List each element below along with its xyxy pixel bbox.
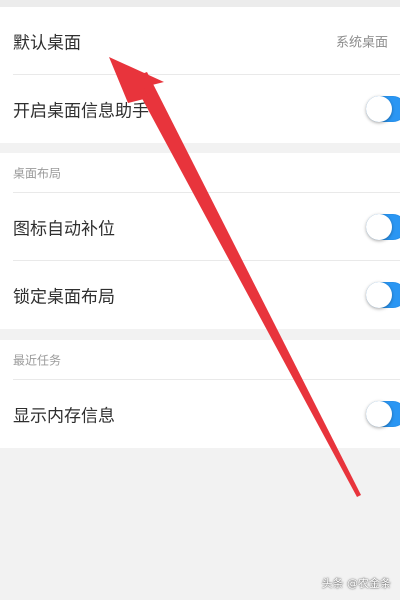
settings-card-recent: 最近任务 显示内存信息 (0, 340, 400, 448)
top-strip (0, 0, 400, 7)
settings-card-general: 默认桌面 系统桌面 开启桌面信息助手 (0, 7, 400, 143)
default-desktop-row[interactable]: 默认桌面 系统桌面 (0, 7, 400, 75)
show-memory-row: 显示内存信息 (0, 380, 400, 448)
lock-layout-toggle[interactable] (366, 282, 400, 308)
desktop-assistant-toggle[interactable] (366, 96, 400, 122)
default-desktop-value: 系统桌面 (335, 35, 388, 51)
settings-card-layout: 桌面布局 图标自动补位 锁定桌面布局 (0, 153, 400, 329)
show-memory-label: 显示内存信息 (13, 406, 115, 427)
toggle-knob (366, 96, 392, 122)
lock-layout-row: 锁定桌面布局 (0, 261, 400, 329)
section-header-layout: 桌面布局 (0, 153, 400, 193)
icon-autofill-label: 图标自动补位 (13, 219, 115, 240)
default-desktop-label: 默认桌面 (13, 33, 81, 54)
section-title-layout: 桌面布局 (13, 166, 62, 181)
section-title-recent: 最近任务 (13, 353, 62, 368)
watermark: 头条 @农金条 (321, 577, 392, 590)
desktop-assistant-row: 开启桌面信息助手 (0, 75, 400, 143)
show-memory-toggle[interactable] (366, 401, 400, 427)
toggle-knob (366, 214, 392, 240)
icon-autofill-toggle[interactable] (366, 214, 400, 240)
desktop-assistant-label: 开启桌面信息助手 (13, 101, 149, 122)
section-header-recent: 最近任务 (0, 340, 400, 380)
toggle-knob (366, 282, 392, 308)
toggle-knob (366, 401, 392, 427)
icon-autofill-row: 图标自动补位 (0, 193, 400, 261)
lock-layout-label: 锁定桌面布局 (13, 287, 115, 308)
